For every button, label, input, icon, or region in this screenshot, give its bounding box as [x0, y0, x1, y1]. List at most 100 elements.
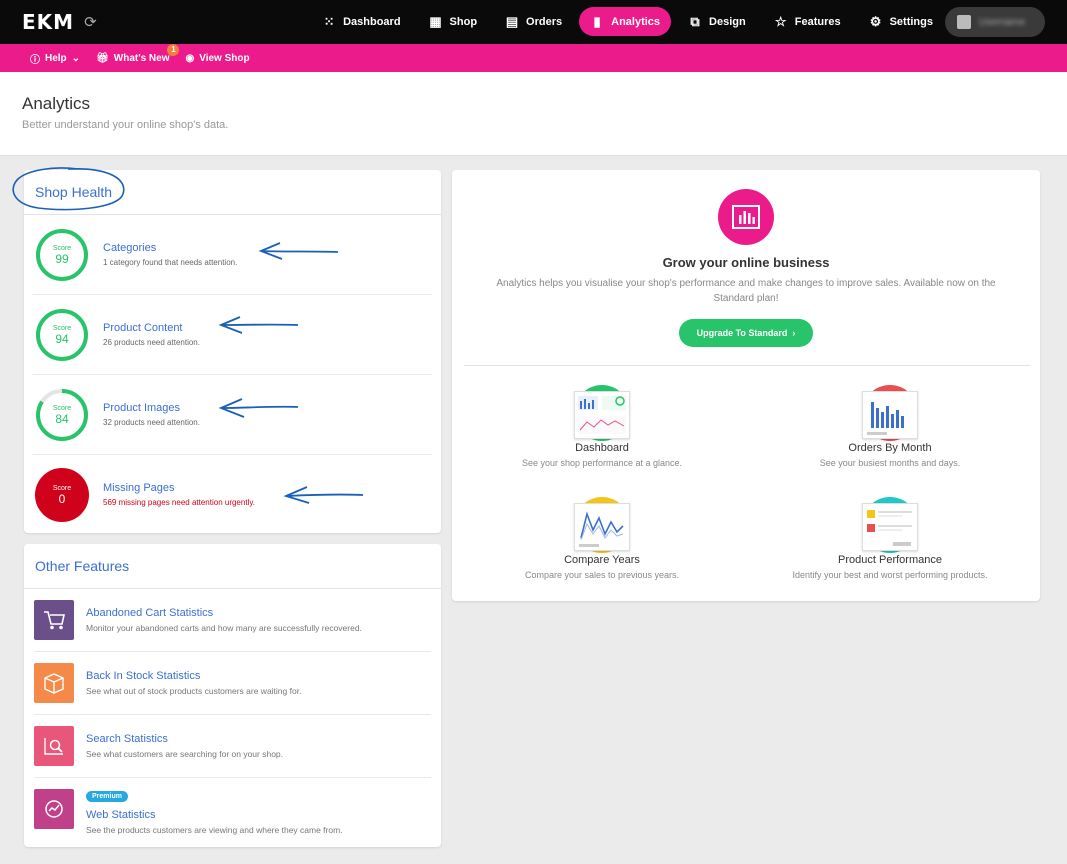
score-label: Score: [52, 404, 72, 412]
promo-title: Grow your online business: [662, 255, 830, 270]
hand-drawn-arrow: [283, 486, 364, 504]
health-item-product-content[interactable]: Score 94 Product Content 26 products nee…: [33, 295, 432, 375]
design-icon: ⧉: [690, 13, 700, 29]
search-chart-icon: [34, 726, 74, 766]
feature-desc: See what customers are searching for on …: [86, 749, 284, 759]
avatar: [957, 15, 971, 29]
score-value: Score 99: [35, 228, 89, 282]
other-features-card: Other Features Abandoned Cart Statistics…: [24, 544, 441, 847]
other-features-title: Other Features: [24, 544, 441, 589]
dashboard-icon: ⁙: [323, 13, 335, 29]
feature-name[interactable]: Abandoned Cart Statistics: [86, 607, 213, 619]
chevron-right-icon: ›: [792, 328, 796, 338]
nav-settings[interactable]: ⚙ Settings: [858, 7, 944, 36]
nav-settings-label: Settings: [889, 15, 933, 28]
user-name: Username: [979, 16, 1026, 28]
shop-health-title: Shop Health: [12, 167, 441, 215]
tile-compare-years: Compare Years Compare your sales to prev…: [477, 497, 727, 580]
feature-name[interactable]: Web Statistics: [86, 809, 156, 821]
health-item-name[interactable]: Categories: [103, 242, 156, 254]
feature-name[interactable]: Back In Stock Statistics: [86, 670, 200, 682]
nav-dashboard[interactable]: ⁙ Dashboard: [311, 7, 411, 36]
compare-years-preview-icon: [572, 497, 632, 553]
feature-name[interactable]: Search Statistics: [86, 733, 168, 745]
hand-drawn-arrow: [218, 398, 299, 418]
health-item-desc: 26 products need attention.: [103, 338, 200, 347]
hand-drawn-arrow: [258, 242, 339, 260]
orders-by-month-preview-icon: [860, 385, 920, 441]
feature-back-in-stock[interactable]: Back In Stock Statistics See what out of…: [34, 652, 431, 715]
tile-desc: See your shop performance at a glance.: [521, 458, 683, 468]
nav-features[interactable]: ☆ Features: [763, 7, 852, 36]
health-item-name[interactable]: Product Images: [103, 402, 180, 414]
feature-web-statistics[interactable]: Premium Web Statistics See the products …: [34, 778, 431, 841]
nav-orders[interactable]: ▤ Orders: [494, 7, 573, 36]
sub-navigation-bar: ⓘ Help ⌄ 🎁︎ What's New 1 ◉ View Shop: [0, 43, 1067, 72]
tile-name: Product Performance: [838, 554, 942, 566]
health-item-missing-pages[interactable]: Score 0 Missing Pages 569 missing pages …: [33, 455, 432, 535]
health-item-categories[interactable]: Score 99 Categories 1 category found tha…: [33, 215, 432, 295]
eye-icon: ◉: [185, 52, 195, 64]
tile-product-performance: Product Performance Identify your best a…: [765, 497, 1015, 580]
orders-icon: ▤: [505, 13, 519, 29]
view-shop-link[interactable]: ◉ View Shop: [185, 53, 249, 64]
whats-new-link[interactable]: 🎁︎ What's New 1: [96, 43, 180, 64]
nav-dashboard-label: Dashboard: [343, 15, 401, 28]
health-item-name[interactable]: Missing Pages: [103, 482, 175, 494]
info-icon: ⓘ: [30, 54, 40, 66]
score-label: Score: [52, 244, 72, 252]
page-subtitle: Better understand your online shop's dat…: [22, 119, 229, 131]
web-stats-icon: [34, 789, 74, 829]
nav-analytics[interactable]: ▮ Analytics: [579, 7, 672, 36]
gift-icon: 🎁︎: [96, 52, 109, 64]
upgrade-button-label: Upgrade To Standard: [696, 328, 788, 338]
tile-name: Dashboard: [575, 442, 629, 454]
product-performance-preview-icon: [860, 497, 920, 553]
health-item-desc: 569 missing pages need attention urgentl…: [103, 498, 255, 507]
nav-analytics-label: Analytics: [611, 15, 661, 28]
tile-dashboard: Dashboard See your shop performance at a…: [477, 385, 727, 468]
nav-orders-label: Orders: [526, 15, 563, 28]
nav-design-label: Design: [709, 15, 746, 28]
analytics-promo-card: Grow your online business Analytics help…: [452, 170, 1040, 601]
help-menu[interactable]: ⓘ Help ⌄: [30, 51, 80, 66]
chevron-down-icon: ⌄: [71, 52, 81, 64]
box-icon: [34, 663, 74, 703]
score-number: 0: [58, 491, 66, 506]
analytics-chart-icon: [718, 189, 774, 245]
main-nav: ⁙ Dashboard ▦ Shop ▤ Orders ▮ Analytics …: [311, 7, 944, 36]
score-value: Score 0: [35, 468, 89, 522]
feature-desc: See what out of stock products customers…: [86, 686, 302, 696]
view-shop-label: View Shop: [199, 52, 250, 64]
ekm-logo[interactable]: EKM ⟳: [22, 10, 97, 34]
feature-abandoned-cart[interactable]: Abandoned Cart Statistics Monitor your a…: [34, 589, 431, 652]
feature-search-statistics[interactable]: Search Statistics See what customers are…: [34, 715, 431, 778]
score-value: Score 84: [35, 388, 89, 442]
upgrade-button[interactable]: Upgrade To Standard ›: [679, 319, 813, 347]
page-title: Analytics: [22, 94, 91, 113]
health-item-name[interactable]: Product Content: [103, 322, 183, 334]
health-item-product-images[interactable]: Score 84 Product Images 32 products need…: [33, 375, 432, 455]
gear-icon: ⚙: [869, 13, 882, 29]
feature-desc: Monitor your abandoned carts and how man…: [86, 623, 362, 633]
nav-design[interactable]: ⧉ Design: [677, 7, 757, 36]
score-label: Score: [52, 484, 72, 492]
nav-shop[interactable]: ▦ Shop: [418, 7, 489, 36]
notification-badge: 1: [167, 43, 180, 56]
tile-desc: Compare your sales to previous years.: [524, 570, 680, 580]
health-item-desc: 32 products need attention.: [103, 418, 200, 427]
tile-desc: Identify your best and worst performing …: [792, 570, 988, 580]
help-label: Help: [45, 52, 67, 64]
promo-text: Analytics helps you visualise your shop'…: [496, 278, 996, 304]
nav-shop-label: Shop: [449, 15, 478, 28]
top-navigation-bar: EKM ⟳ ⁙ Dashboard ▦ Shop ▤ Orders ▮ Anal…: [0, 0, 1067, 44]
feature-desc: See the products customers are viewing a…: [86, 825, 343, 835]
cart-icon: [34, 600, 74, 640]
star-icon: ☆: [774, 13, 787, 29]
shop-health-card: Shop Health Score 99 Categories 1 catego…: [12, 167, 441, 535]
refresh-icon[interactable]: ⟳: [84, 13, 97, 31]
user-menu[interactable]: Username: [945, 7, 1045, 37]
tile-name: Compare Years: [564, 554, 640, 566]
hand-drawn-arrow: [218, 316, 299, 334]
divider: [464, 365, 1030, 366]
